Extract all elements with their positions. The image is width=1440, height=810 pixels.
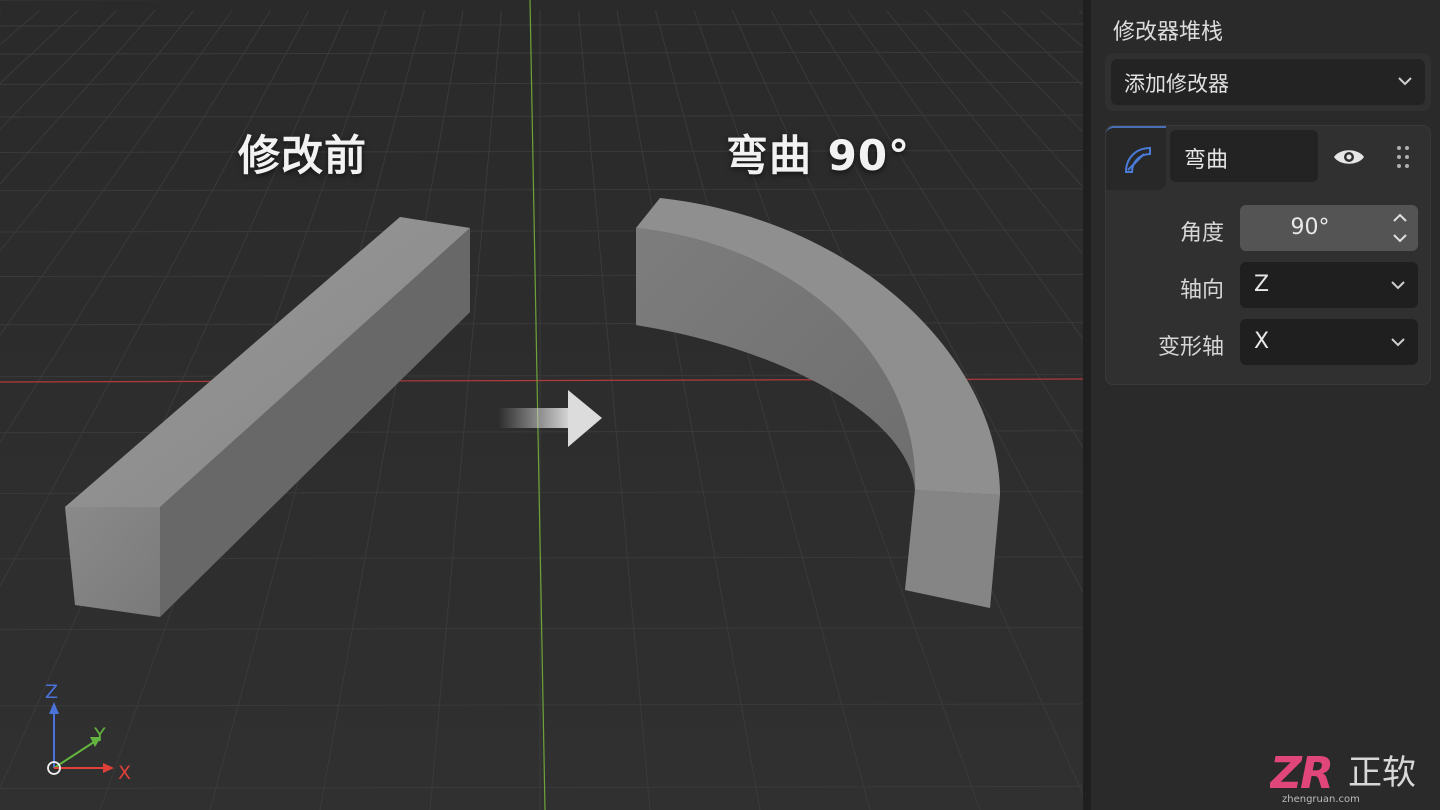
- axis-label: 轴向: [1179, 278, 1224, 303]
- modifier-name: 弯曲: [1184, 148, 1229, 173]
- modifier-type-tab[interactable]: [1106, 126, 1166, 190]
- bend-modifier-icon: [1124, 146, 1151, 173]
- after-label: 弯曲 90°: [726, 131, 911, 180]
- chevron-down-icon: [1391, 338, 1405, 347]
- axis-value: Z: [1254, 272, 1270, 297]
- angle-label: 角度: [1179, 221, 1224, 246]
- axis-dropdown[interactable]: Z: [1240, 262, 1418, 308]
- drag-handle-icon[interactable]: [1395, 144, 1411, 170]
- eye-icon[interactable]: [1332, 146, 1366, 168]
- zr-logo-icon: Z R 正软 zhengruan.com: [1268, 748, 1416, 805]
- gizmo-z-label: Z: [45, 681, 58, 703]
- svg-text:Z: Z: [1270, 748, 1303, 799]
- deform-axis-dropdown[interactable]: X: [1240, 319, 1418, 365]
- svg-text:R: R: [1300, 748, 1334, 799]
- watermark-url: zhengruan.com: [1282, 794, 1360, 805]
- deform-axis-value: X: [1254, 329, 1270, 354]
- deform-axis-label: 变形轴: [1157, 335, 1224, 360]
- before-label: 修改前: [238, 131, 368, 180]
- angle-stepper[interactable]: 90°: [1240, 205, 1418, 251]
- chevron-down-icon: [1391, 281, 1405, 290]
- panel-title: 修改器堆栈: [1113, 20, 1224, 45]
- angle-value: 90°: [1290, 215, 1330, 240]
- add-modifier-label: 添加修改器: [1124, 72, 1229, 96]
- watermark-logo: Z R 正软 zhengruan.com: [1268, 748, 1440, 806]
- add-modifier-container: 添加修改器: [1105, 53, 1431, 111]
- modifier-panel: 修改器堆栈 添加修改器 弯曲 角度 90° 轴向 Z 变形轴 X: [1083, 0, 1440, 810]
- 3d-viewport[interactable]: Z Y X 修改前 弯曲 90°: [0, 0, 1083, 810]
- watermark-brand: 正软: [1348, 753, 1416, 793]
- bend-modifier-card: 弯曲 角度 90° 轴向 Z 变形轴 X: [1105, 125, 1431, 385]
- gizmo-x-label: X: [118, 762, 131, 784]
- gizmo-y-label: Y: [93, 724, 106, 746]
- viewport-scene: Z Y X: [0, 0, 1083, 810]
- modifier-name-field[interactable]: 弯曲: [1170, 130, 1318, 182]
- stepper-arrows-icon[interactable]: [1392, 211, 1408, 245]
- add-modifier-dropdown[interactable]: 添加修改器: [1111, 59, 1425, 105]
- chevron-down-icon: [1398, 77, 1412, 86]
